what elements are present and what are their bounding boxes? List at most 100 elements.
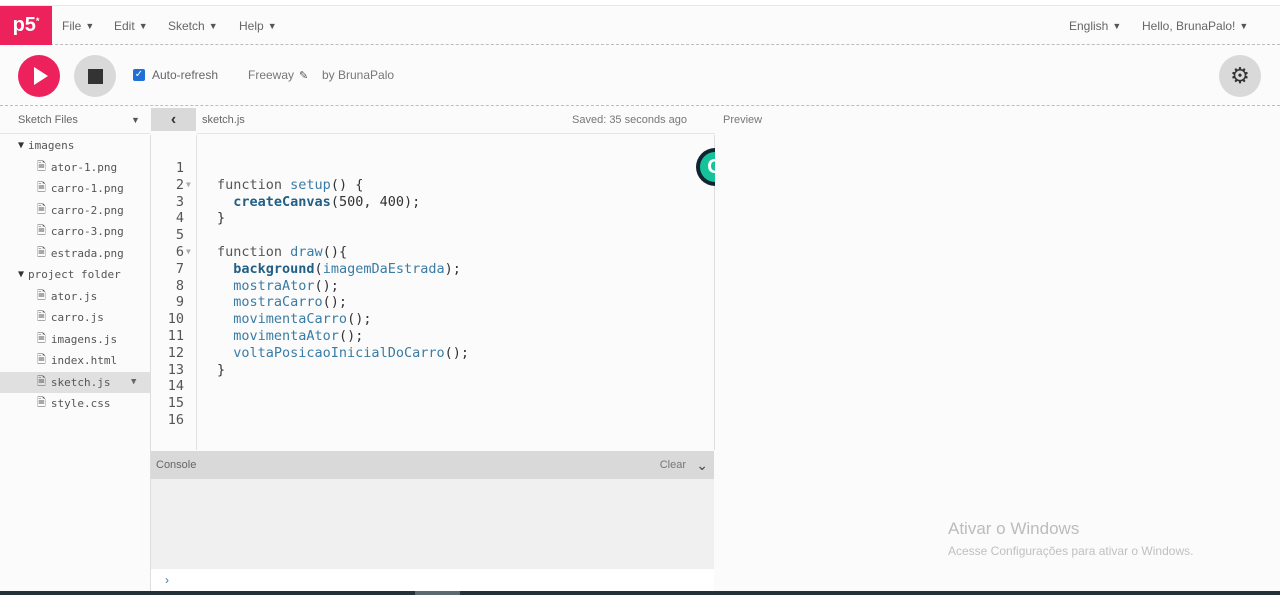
user-menu[interactable]: Hello, BrunaPalo! ▼ bbox=[1142, 6, 1248, 45]
file-icon: 🗎 bbox=[37, 245, 46, 259]
code-line[interactable]: 14 bbox=[150, 378, 715, 395]
code-line[interactable]: 1 bbox=[150, 160, 715, 177]
saved-status: Saved: 35 seconds ago bbox=[572, 114, 687, 126]
line-number: 7 bbox=[175, 260, 184, 277]
menu-sketch[interactable]: Sketch ▼ bbox=[168, 6, 218, 45]
code-line[interactable]: 5 bbox=[150, 227, 715, 244]
file-item-selected[interactable]: 🗎 sketch.js ▼ bbox=[0, 371, 150, 393]
folder-caret-icon: ▼ bbox=[18, 140, 25, 152]
line-number: 13 bbox=[167, 361, 184, 378]
code-lines[interactable]: 1 2 ▼ function setup() {3 createCanvas(500,… bbox=[150, 160, 715, 429]
code-editor[interactable]: 1 2 ▼ function setup() {3 createCanvas(500,… bbox=[150, 135, 715, 450]
line-number: 11 bbox=[167, 327, 184, 344]
chevron-left-icon: ‹ bbox=[170, 110, 177, 128]
code-text: createCanvas(500, 400); bbox=[233, 193, 421, 210]
code-line[interactable]: 10 movimentaCarro(); bbox=[150, 311, 715, 328]
file-icon: 🗎 bbox=[37, 353, 46, 367]
line-number: 2 bbox=[175, 176, 184, 193]
auto-refresh-checkbox[interactable]: ✓ bbox=[133, 69, 145, 81]
code-line[interactable]: 6 ▼ function draw(){ bbox=[150, 244, 715, 261]
editor-header: sketch.js Saved: 35 seconds ago bbox=[197, 107, 715, 134]
file-item[interactable]: 🗎 carro-3.png bbox=[0, 221, 150, 243]
code-line[interactable]: 7 background(imagemDaEstrada); bbox=[150, 261, 715, 278]
fold-arrow-icon[interactable]: ▼ bbox=[186, 244, 191, 261]
file-options-caret-icon[interactable]: ▼ bbox=[131, 377, 136, 387]
folder-imagens[interactable]: ▼ imagens bbox=[0, 135, 150, 157]
line-number: 4 bbox=[175, 210, 184, 227]
file-item[interactable]: 🗎 carro.js bbox=[0, 307, 150, 329]
pencil-icon[interactable]: ✎ bbox=[299, 69, 308, 82]
file-item[interactable]: 🗎 carro-1.png bbox=[0, 178, 150, 200]
file-icon: 🗎 bbox=[37, 159, 46, 173]
file-icon: 🗎 bbox=[37, 310, 46, 324]
caret-down-icon: ▼ bbox=[208, 20, 218, 31]
code-line[interactable]: 16 bbox=[150, 412, 715, 429]
play-button[interactable] bbox=[18, 55, 60, 97]
code-line[interactable]: 11 movimentaAtor(); bbox=[150, 328, 715, 345]
code-line[interactable]: 15 bbox=[150, 395, 715, 412]
project-name[interactable]: Freeway ✎ bbox=[248, 68, 308, 82]
line-number: 3 bbox=[175, 193, 184, 210]
code-line[interactable]: 3 createCanvas(500, 400); bbox=[150, 194, 715, 211]
file-item[interactable]: 🗎 index.html bbox=[0, 350, 150, 372]
file-tree: ▼ imagens 🗎 ator-1.png 🗎 carro-1.png 🗎 carro… bbox=[0, 135, 150, 415]
stop-button[interactable] bbox=[74, 55, 116, 97]
file-icon: 🗎 bbox=[37, 181, 46, 195]
code-text: } bbox=[217, 210, 226, 227]
auto-refresh-label: Auto-refresh bbox=[152, 68, 219, 82]
code-line[interactable]: 9 mostraCarro(); bbox=[150, 294, 715, 311]
file-item[interactable]: 🗎 style.css bbox=[0, 393, 150, 415]
fold-arrow-icon[interactable]: ▼ bbox=[186, 177, 191, 194]
menu-file[interactable]: File ▼ bbox=[62, 6, 94, 45]
line-number: 14 bbox=[167, 378, 184, 395]
code-text: function setup() { bbox=[217, 176, 364, 193]
caret-down-icon: ▼ bbox=[267, 20, 277, 31]
menu-help[interactable]: Help ▼ bbox=[239, 6, 277, 45]
taskbar bbox=[0, 591, 1280, 595]
console-input[interactable]: › bbox=[151, 569, 714, 591]
code-line[interactable]: 4} bbox=[150, 210, 715, 227]
taskbar-active-app[interactable] bbox=[415, 591, 460, 595]
chevron-down-icon[interactable]: ⌄ bbox=[696, 457, 708, 474]
console-header: Console Clear ⌄ bbox=[151, 451, 714, 479]
code-text: background(imagemDaEstrada); bbox=[233, 260, 461, 277]
editor-filename: sketch.js bbox=[202, 114, 245, 126]
caret-down-icon: ▼ bbox=[85, 20, 95, 31]
file-icon: 🗎 bbox=[37, 224, 46, 238]
file-icon: 🗎 bbox=[37, 374, 46, 388]
code-text: function draw(){ bbox=[217, 243, 348, 260]
caret-down-icon: ▼ bbox=[1239, 20, 1249, 31]
collapse-sidebar-button[interactable]: ‹ bbox=[151, 108, 196, 131]
menu-edit[interactable]: Edit ▼ bbox=[114, 6, 148, 45]
top-nav: p5 * File ▼ Edit ▼ Sketch ▼ Help ▼ English ▼ H… bbox=[0, 6, 1280, 45]
line-number: 12 bbox=[167, 344, 184, 361]
toolbar: ✓ Auto-refresh Freeway ✎ by BrunaPalo ⚙ bbox=[0, 46, 1280, 106]
play-icon bbox=[34, 67, 48, 85]
folder-project[interactable]: ▼ project folder bbox=[0, 264, 150, 286]
code-line[interactable]: 8 mostraAtor(); bbox=[150, 278, 715, 295]
folder-caret-icon: ▼ bbox=[18, 269, 25, 281]
code-text: movimentaAtor(); bbox=[233, 327, 364, 344]
project-author[interactable]: by BrunaPalo bbox=[322, 68, 394, 82]
file-item[interactable]: 🗎 imagens.js bbox=[0, 329, 150, 351]
file-item[interactable]: 🗎 ator-1.png bbox=[0, 157, 150, 179]
line-number: 10 bbox=[167, 311, 184, 328]
code-line[interactable]: 2 ▼ function setup() { bbox=[150, 177, 715, 194]
auto-refresh-toggle[interactable]: ✓ Auto-refresh bbox=[133, 68, 218, 82]
caret-down-icon: ▼ bbox=[1112, 20, 1122, 31]
line-number: 1 bbox=[175, 160, 184, 176]
stop-icon bbox=[87, 68, 103, 84]
language-menu[interactable]: English ▼ bbox=[1069, 6, 1121, 45]
caret-down-icon[interactable]: ▼ bbox=[131, 115, 140, 125]
code-line[interactable]: 12 voltaPosicaoInicialDoCarro(); bbox=[150, 345, 715, 362]
file-item[interactable]: 🗎 estrada.png bbox=[0, 243, 150, 265]
p5-logo[interactable]: p5 * bbox=[0, 6, 52, 45]
console-clear-button[interactable]: Clear bbox=[660, 459, 686, 471]
settings-button[interactable]: ⚙ bbox=[1219, 55, 1261, 97]
file-item[interactable]: 🗎 carro-2.png bbox=[0, 200, 150, 222]
code-line[interactable]: 13} bbox=[150, 362, 715, 379]
console-title: Console bbox=[156, 459, 197, 471]
prompt-chevron-icon: › bbox=[165, 573, 169, 587]
file-icon: 🗎 bbox=[37, 202, 46, 216]
file-item[interactable]: 🗎 ator.js bbox=[0, 286, 150, 308]
